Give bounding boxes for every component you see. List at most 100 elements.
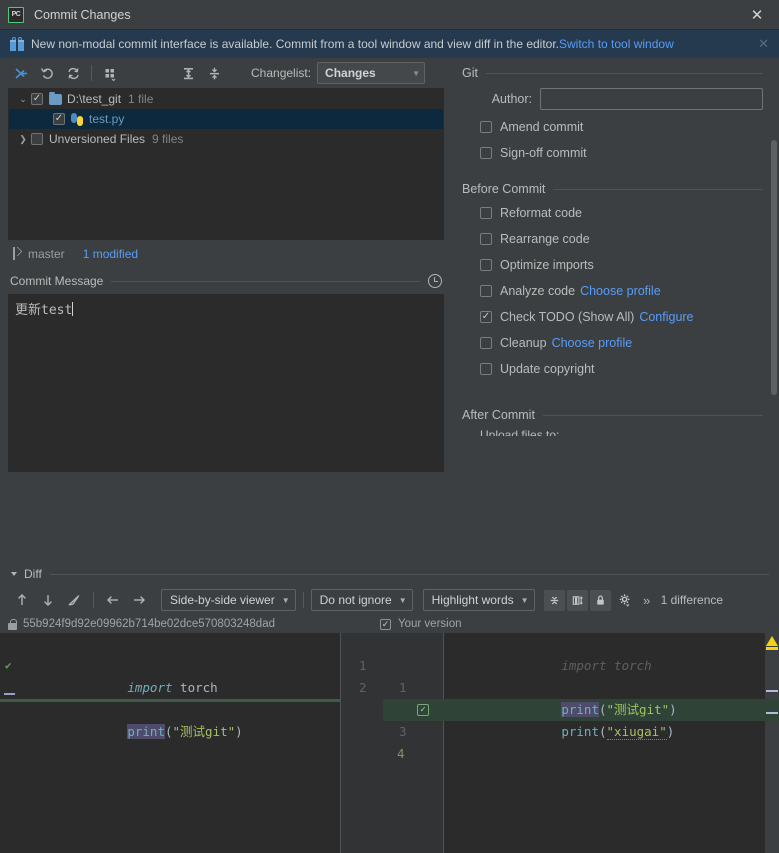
author-input[interactable] <box>540 88 763 110</box>
tree-row-folder[interactable]: ⌄ D:\test_git 1 file <box>9 89 443 109</box>
upload-files-row: Upload files to: <box>452 422 779 436</box>
settings-gear-icon[interactable] <box>613 589 637 611</box>
collapse-all-icon[interactable] <box>201 61 227 85</box>
cleanup-row[interactable]: Cleanup Choose profile <box>452 330 779 356</box>
modified-count[interactable]: 1 modified <box>83 247 138 261</box>
refresh-icon[interactable] <box>60 61 86 85</box>
checkbox-amend-commit[interactable] <box>480 121 492 133</box>
after-commit-section-header: After Commit <box>452 382 779 422</box>
diff-editors: ✔ import torch print("测试git") 1 1 2 4 ✓ … <box>0 633 779 853</box>
divider <box>49 573 769 575</box>
right-line-number: 4 <box>397 746 405 761</box>
checkbox-folder[interactable] <box>31 93 43 105</box>
tree-row-file[interactable]: test.py <box>9 109 443 129</box>
next-difference-icon[interactable] <box>36 589 60 611</box>
changes-tree[interactable]: ⌄ D:\test_git 1 file test.py ❯ Unvers <box>8 88 444 240</box>
accept-change-checkbox[interactable] <box>417 704 429 716</box>
tree-row-unversioned[interactable]: ❯ Unversioned Files 9 files <box>9 129 443 149</box>
checkbox-check-todo[interactable] <box>480 311 492 323</box>
group-by-icon[interactable] <box>97 61 123 85</box>
text-caret <box>72 302 74 316</box>
accept-right-icon[interactable] <box>127 589 151 611</box>
check-todo-row[interactable]: Check TODO (Show All) Configure <box>452 304 779 330</box>
checkbox-unversioned[interactable] <box>31 133 43 145</box>
branch-status-bar: master 1 modified <box>0 240 452 264</box>
clock-icon[interactable] <box>428 274 442 288</box>
diff-section: Diff Side-by-side viewer ▼ Do not ignore… <box>0 563 779 853</box>
commit-changes-dialog: PC Commit Changes ✕ New non-modal commit… <box>0 0 779 853</box>
banner-close-icon[interactable]: ✕ <box>754 36 773 52</box>
checkbox-file[interactable] <box>53 113 65 125</box>
amend-commit-label: Amend commit <box>500 120 584 134</box>
warning-triangle-icon[interactable] <box>766 636 778 646</box>
diff-left-line-1: ✔ import torch <box>0 633 341 695</box>
rearrange-code-row[interactable]: Rearrange code <box>452 226 779 252</box>
revert-icon[interactable] <box>34 61 60 85</box>
options-scrollbar[interactable] <box>771 140 777 395</box>
show-diff-icon[interactable] <box>8 61 34 85</box>
changelist-dropdown[interactable]: Changes ▼ <box>317 62 426 84</box>
highlight-mode-dropdown[interactable]: Highlight words ▼ <box>422 589 535 611</box>
chevron-right-icon[interactable]: ❯ <box>15 134 31 145</box>
cleanup-label: Cleanup <box>500 336 547 350</box>
ignore-mode-dropdown[interactable]: Do not ignore ▼ <box>310 589 413 611</box>
commit-message-input[interactable]: 更新test <box>8 294 444 472</box>
chevron-down-icon[interactable] <box>11 572 17 576</box>
checkbox-reformat-code[interactable] <box>480 207 492 219</box>
prev-difference-icon[interactable] <box>10 589 34 611</box>
change-mark <box>766 712 778 714</box>
diff-title: Diff <box>24 567 42 581</box>
python-file-icon <box>71 112 84 126</box>
commit-message-header: Commit Message <box>0 264 452 288</box>
viewer-mode-dropdown[interactable]: Side-by-side viewer ▼ <box>161 589 296 611</box>
lock-icon[interactable] <box>589 589 611 611</box>
tree-row-label: Unversioned Files <box>49 132 146 146</box>
optimize-imports-row[interactable]: Optimize imports <box>452 252 779 278</box>
accept-left-icon[interactable] <box>101 589 125 611</box>
checkbox-analyze-code[interactable] <box>480 285 492 297</box>
diff-pane-headers: 55b924f9d92e09962b714be02dce570803248dad… <box>0 615 779 633</box>
diff-section-header: Diff <box>0 563 779 585</box>
edit-icon[interactable] <box>62 589 86 611</box>
window-close-button[interactable]: ✕ <box>735 0 779 30</box>
checkbox-rearrange-code[interactable] <box>480 233 492 245</box>
analyze-code-choose-profile-link[interactable]: Choose profile <box>580 284 661 298</box>
toolbar-separator <box>91 65 92 81</box>
diff-toolbar: Side-by-side viewer ▼ Do not ignore ▼ Hi… <box>0 585 779 615</box>
update-copyright-row[interactable]: Update copyright <box>452 356 779 382</box>
checkbox-cleanup[interactable] <box>480 337 492 349</box>
check-todo-configure-link[interactable]: Configure <box>639 310 693 324</box>
update-copyright-label: Update copyright <box>500 362 595 376</box>
checkbox-update-copyright[interactable] <box>480 363 492 375</box>
chevron-down-icon[interactable]: ⌄ <box>15 94 31 105</box>
dialog-body: Changelist: Changes ▼ ⌄ D:\test_git 1 fi… <box>0 58 779 853</box>
warning-bar <box>766 647 778 650</box>
diff-left-pane[interactable]: ✔ import torch print("测试git") <box>0 633 341 853</box>
window-title: Commit Changes <box>34 7 131 22</box>
divider <box>485 72 763 74</box>
collapse-unchanged-icon[interactable] <box>543 589 565 611</box>
more-options-icon[interactable]: » <box>639 589 655 611</box>
difference-count: 1 difference <box>660 593 724 607</box>
banner-text: New non-modal commit interface is availa… <box>31 37 560 51</box>
signoff-commit-row[interactable]: Sign-off commit <box>452 140 779 166</box>
amend-commit-row[interactable]: Amend commit <box>452 114 779 140</box>
cleanup-choose-profile-link[interactable]: Choose profile <box>552 336 633 350</box>
switch-to-tool-window-link[interactable]: Switch to tool window <box>559 37 674 51</box>
checkbox-signoff-commit[interactable] <box>480 147 492 159</box>
author-label: Author: <box>491 92 532 106</box>
checkbox-optimize-imports[interactable] <box>480 259 492 271</box>
diff-right-line-1: import torch <box>561 658 652 673</box>
checkbox-your-version[interactable] <box>380 618 391 630</box>
reformat-code-row[interactable]: Reformat code <box>452 200 779 226</box>
upload-files-label: Upload files to: <box>480 428 560 436</box>
whitespace-icon[interactable] <box>566 589 588 611</box>
diff-overview-gutter[interactable] <box>765 633 779 853</box>
branch-icon <box>12 247 22 261</box>
before-commit-section-header: Before Commit <box>452 166 779 196</box>
analyze-code-row[interactable]: Analyze code Choose profile <box>452 278 779 304</box>
divider <box>553 188 763 190</box>
diff-right-pane[interactable]: import torch print("测试git") print("xiuga… <box>444 633 779 853</box>
expand-all-icon[interactable] <box>175 61 201 85</box>
folder-icon <box>49 91 62 105</box>
